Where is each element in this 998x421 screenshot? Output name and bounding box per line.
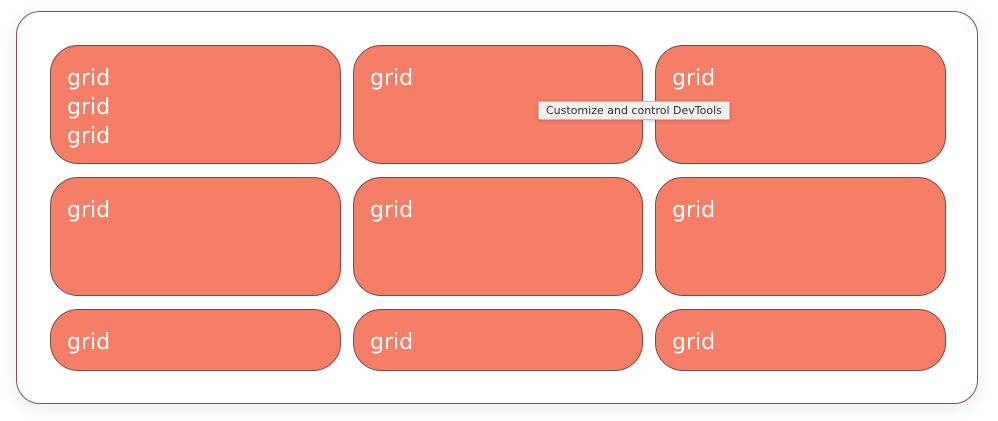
grid-layout: grid grid grid grid grid grid grid grid …: [50, 45, 946, 371]
grid-item-text: grid: [672, 66, 716, 91]
grid-item-text: grid: [370, 330, 414, 355]
grid-item-text: grid: [67, 330, 111, 355]
grid-item-text: grid: [370, 66, 414, 91]
grid-item-text: grid: [67, 124, 111, 149]
grid-item-text: grid: [672, 198, 716, 223]
grid-item-text: grid: [370, 198, 414, 223]
grid-item-6: grid: [655, 177, 946, 296]
grid-item-7: grid: [50, 309, 341, 371]
devtools-tooltip: Customize and control DevTools: [538, 101, 730, 120]
grid-item-text: grid: [67, 198, 111, 223]
grid-item-1: grid grid grid: [50, 45, 341, 164]
grid-item-8: grid: [353, 309, 643, 371]
grid-item-text: grid: [672, 330, 716, 355]
grid-item-9: grid: [655, 309, 946, 371]
grid-item-5: grid: [353, 177, 643, 296]
grid-item-text: grid: [67, 66, 111, 91]
grid-item-text: grid: [67, 95, 111, 120]
grid-item-4: grid: [50, 177, 341, 296]
